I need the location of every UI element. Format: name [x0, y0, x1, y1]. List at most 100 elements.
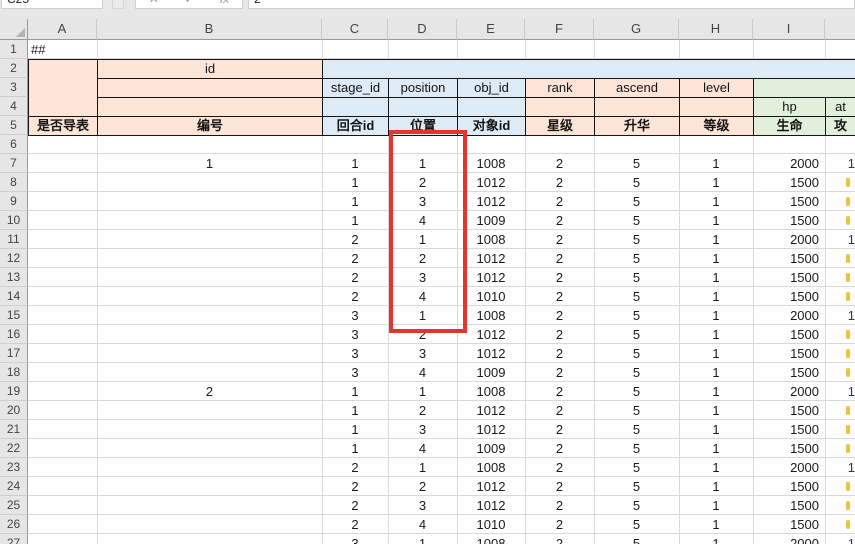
row-header[interactable]: 20 [0, 401, 28, 420]
row-header[interactable]: 5 [0, 116, 28, 135]
cell-H18[interactable]: 1 [679, 363, 753, 382]
cell-H22[interactable]: 1 [679, 439, 753, 458]
cell-C21[interactable]: 1 [322, 420, 388, 439]
cell-H12[interactable]: 1 [679, 249, 753, 268]
cell-J4[interactable]: at [825, 97, 855, 117]
row-header[interactable]: 14 [0, 287, 28, 306]
row-header[interactable]: 15 [0, 306, 28, 325]
cell-E16[interactable]: 1012 [457, 325, 525, 344]
column-header-J[interactable] [825, 19, 855, 40]
cell-B5[interactable]: 编号 [97, 116, 323, 136]
cell-F4[interactable] [525, 97, 595, 117]
cell-C5[interactable]: 回合id [322, 116, 389, 136]
cell-J5[interactable]: 攻 [825, 116, 855, 136]
row-header[interactable]: 8 [0, 173, 28, 192]
cell-H19[interactable]: 1 [679, 382, 753, 401]
cell-G14[interactable]: 5 [594, 287, 679, 306]
cell-G11[interactable]: 5 [594, 230, 679, 249]
cell-G16[interactable]: 5 [594, 325, 679, 344]
cell-F23[interactable]: 2 [525, 458, 594, 477]
row-header[interactable]: 21 [0, 420, 28, 439]
enter-icon[interactable]: ✓ [184, 0, 194, 6]
cell-E27[interactable]: 1008 [457, 534, 525, 544]
cell-G8[interactable]: 5 [594, 173, 679, 192]
cell-G9[interactable]: 5 [594, 192, 679, 211]
row-header[interactable]: 4 [0, 97, 28, 116]
cell-D24[interactable]: 2 [388, 477, 457, 496]
cell-G21[interactable]: 5 [594, 420, 679, 439]
cell-F15[interactable]: 2 [525, 306, 594, 325]
cell-I25[interactable]: 1500 [753, 496, 825, 515]
cell-F5[interactable]: 星级 [525, 116, 595, 136]
cell-E25[interactable]: 1012 [457, 496, 525, 515]
cell-C14[interactable]: 2 [322, 287, 388, 306]
cell-I3-J3[interactable] [753, 78, 855, 98]
cell-I21[interactable]: 1500 [753, 420, 825, 439]
row-header[interactable]: 27 [0, 534, 28, 544]
cell-G10[interactable]: 5 [594, 211, 679, 230]
cell-C3[interactable]: stage_id [322, 78, 389, 98]
cell-J19-partial[interactable]: 1 [825, 382, 855, 401]
cell-H24[interactable]: 1 [679, 477, 753, 496]
cell-B19[interactable]: 2 [97, 382, 322, 401]
row-header[interactable]: 1 [0, 40, 28, 59]
cell-H7[interactable]: 1 [679, 154, 753, 173]
cell-C12[interactable]: 2 [322, 249, 388, 268]
column-header-E[interactable]: E [457, 19, 525, 40]
cell-D22[interactable]: 4 [388, 439, 457, 458]
cell-H9[interactable]: 1 [679, 192, 753, 211]
column-header-A[interactable]: A [28, 19, 97, 40]
cell-I13[interactable]: 1500 [753, 268, 825, 287]
cell-G7[interactable]: 5 [594, 154, 679, 173]
fx-icon[interactable]: fx [220, 0, 229, 6]
cell-I24[interactable]: 1500 [753, 477, 825, 496]
row-header[interactable]: 19 [0, 382, 28, 401]
cell-G15[interactable]: 5 [594, 306, 679, 325]
cell-E9[interactable]: 1012 [457, 192, 525, 211]
cell-B7[interactable]: 1 [97, 154, 322, 173]
cell-I9[interactable]: 1500 [753, 192, 825, 211]
cell-C23[interactable]: 2 [322, 458, 388, 477]
cell-C25[interactable]: 2 [322, 496, 388, 515]
column-header-I[interactable]: I [753, 19, 825, 40]
cell-E15[interactable]: 1008 [457, 306, 525, 325]
cell-E13[interactable]: 1012 [457, 268, 525, 287]
cell-I8[interactable]: 1500 [753, 173, 825, 192]
cell-H20[interactable]: 1 [679, 401, 753, 420]
row-header[interactable]: 11 [0, 230, 28, 249]
row-header[interactable]: 26 [0, 515, 28, 534]
cell-G20[interactable]: 5 [594, 401, 679, 420]
cell-G22[interactable]: 5 [594, 439, 679, 458]
cell-E14[interactable]: 1010 [457, 287, 525, 306]
cell-G23[interactable]: 5 [594, 458, 679, 477]
cell-F26[interactable]: 2 [525, 515, 594, 534]
cell-D19[interactable]: 1 [388, 382, 457, 401]
row-header[interactable]: 10 [0, 211, 28, 230]
cell-F12[interactable]: 2 [525, 249, 594, 268]
cell-F25[interactable]: 2 [525, 496, 594, 515]
cell-D25[interactable]: 3 [388, 496, 457, 515]
cell-F9[interactable]: 2 [525, 192, 594, 211]
cell-I17[interactable]: 1500 [753, 344, 825, 363]
cell-J15-partial[interactable]: 1 [825, 306, 855, 325]
row-header[interactable]: 2 [0, 59, 28, 78]
cell-H21[interactable]: 1 [679, 420, 753, 439]
cell-I18[interactable]: 1500 [753, 363, 825, 382]
cell-F19[interactable]: 2 [525, 382, 594, 401]
cell-I16[interactable]: 1500 [753, 325, 825, 344]
cell-D18[interactable]: 4 [388, 363, 457, 382]
cell-G12[interactable]: 5 [594, 249, 679, 268]
row-header[interactable]: 7 [0, 154, 28, 173]
cell-C19[interactable]: 1 [322, 382, 388, 401]
cell-E23[interactable]: 1008 [457, 458, 525, 477]
row-header[interactable]: 12 [0, 249, 28, 268]
cell-F24[interactable]: 2 [525, 477, 594, 496]
cell-E19[interactable]: 1008 [457, 382, 525, 401]
row-header[interactable]: 18 [0, 363, 28, 382]
cell-D23[interactable]: 1 [388, 458, 457, 477]
cell-D21[interactable]: 3 [388, 420, 457, 439]
cell-B3[interactable] [97, 78, 323, 98]
cell-B2[interactable]: id [97, 59, 323, 79]
cell-G4[interactable] [594, 97, 680, 117]
row-header[interactable]: 13 [0, 268, 28, 287]
